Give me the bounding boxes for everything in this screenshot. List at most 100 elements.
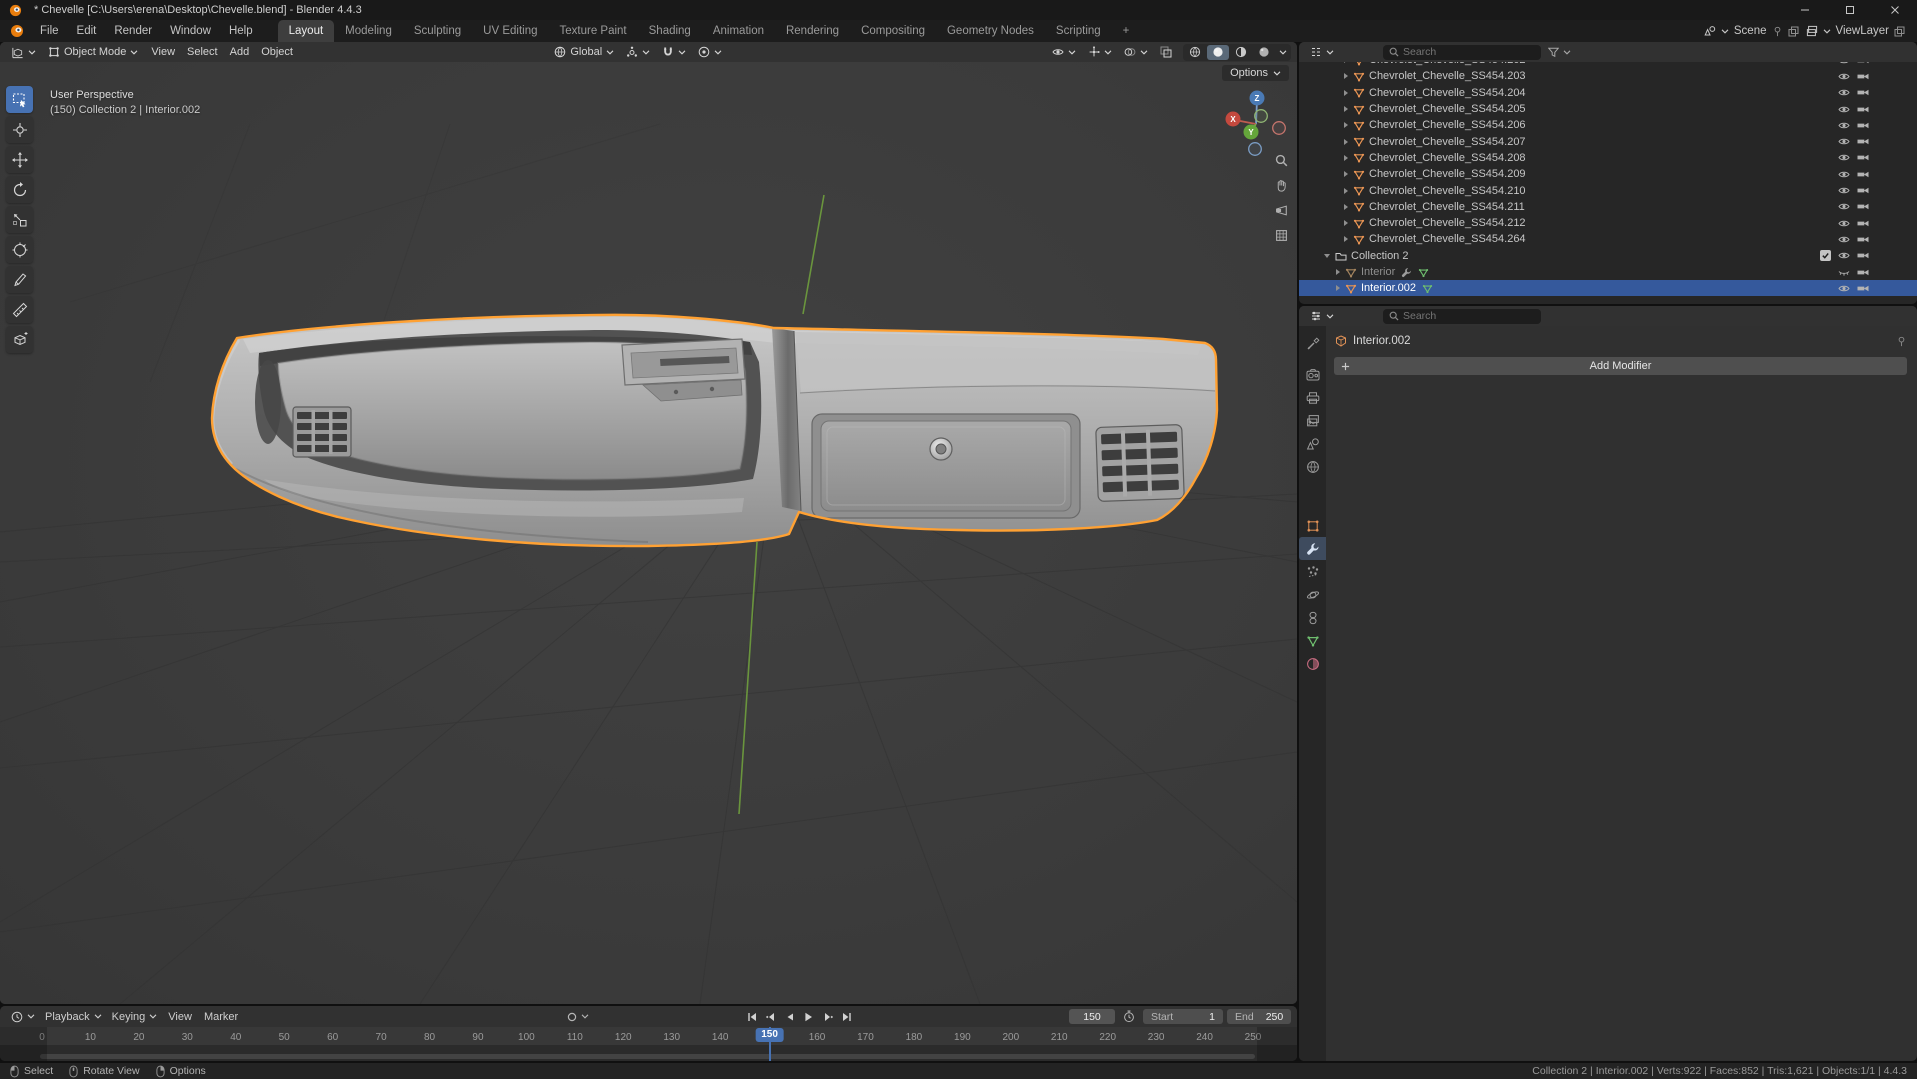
shading-wireframe-button[interactable] — [1184, 45, 1206, 60]
viewport-canvas[interactable]: User Perspective (150) Collection 2 | In… — [0, 62, 1297, 1004]
expand-icon[interactable] — [1335, 284, 1341, 292]
tab-output[interactable] — [1299, 386, 1326, 409]
hide-eye-icon[interactable] — [1838, 235, 1850, 244]
tab-world[interactable] — [1299, 455, 1326, 478]
expand-icon[interactable] — [1343, 170, 1349, 178]
tab-render[interactable] — [1299, 363, 1326, 386]
render-camera-icon[interactable] — [1857, 137, 1869, 146]
viewport-menu-item[interactable]: View — [145, 42, 181, 62]
prev-keyframe-button[interactable] — [762, 1009, 781, 1025]
tab-particles[interactable] — [1299, 560, 1326, 583]
navigation-gizmo[interactable]: Z X Y — [1217, 86, 1293, 162]
hide-eye-icon[interactable] — [1838, 202, 1850, 211]
render-camera-icon[interactable] — [1857, 186, 1869, 195]
expand-icon[interactable] — [1343, 187, 1349, 195]
render-camera-icon[interactable] — [1857, 72, 1869, 81]
editor-type-button[interactable] — [1305, 306, 1339, 326]
render-camera-icon[interactable] — [1857, 88, 1869, 97]
collapse-icon[interactable] — [1323, 253, 1331, 259]
keying-menu[interactable]: Keying — [107, 1006, 163, 1027]
workspace-tab[interactable]: Texture Paint — [549, 20, 638, 42]
outliner-row[interactable]: Interior — [1299, 264, 1917, 280]
view-menu[interactable]: View — [162, 1006, 198, 1027]
render-camera-icon[interactable] — [1857, 170, 1869, 179]
minimize-button[interactable] — [1782, 0, 1827, 20]
render-camera-icon[interactable] — [1857, 251, 1869, 260]
outliner-row[interactable]: Chevrolet_Chevelle_SS454.205 — [1299, 101, 1917, 117]
viewport-menu-item[interactable]: Object — [255, 42, 299, 62]
stopwatch-icon[interactable] — [1123, 1010, 1135, 1023]
hide-eye-icon[interactable] — [1838, 72, 1850, 81]
workspace-tab[interactable]: Shading — [638, 20, 702, 42]
expand-icon[interactable] — [1343, 138, 1349, 146]
tab-modifiers[interactable] — [1299, 537, 1326, 560]
expand-icon[interactable] — [1343, 121, 1349, 129]
maximize-button[interactable] — [1827, 0, 1872, 20]
playhead[interactable]: 150 — [755, 1027, 784, 1061]
move-tool[interactable] — [6, 146, 33, 173]
collection-checkbox[interactable] — [1820, 250, 1831, 262]
mode-dropdown[interactable]: Object Mode — [43, 42, 143, 62]
axis-neg-x[interactable] — [1272, 121, 1286, 135]
hide-eye-icon[interactable] — [1838, 88, 1850, 97]
hide-eye-icon[interactable] — [1838, 186, 1850, 195]
shading-solid-button[interactable] — [1207, 44, 1229, 60]
render-camera-icon[interactable] — [1857, 121, 1869, 130]
workspace-tab[interactable]: UV Editing — [472, 20, 548, 42]
expand-icon[interactable] — [1343, 89, 1349, 97]
add-modifier-button[interactable]: Add Modifier — [1334, 357, 1907, 375]
close-button[interactable] — [1872, 0, 1917, 20]
hide-eye-icon[interactable] — [1838, 121, 1850, 130]
transform-tool[interactable] — [6, 236, 33, 263]
scale-tool[interactable] — [6, 206, 33, 233]
annotate-tool[interactable] — [6, 266, 33, 293]
jump-to-end-button[interactable] — [838, 1009, 857, 1025]
workspace-tab[interactable]: Sculpting — [403, 20, 472, 42]
hide-eye-icon[interactable] — [1838, 153, 1850, 162]
outliner-row[interactable]: Chevrolet_Chevelle_SS454.207 — [1299, 133, 1917, 149]
workspace-tab[interactable]: Layout — [277, 20, 335, 42]
properties-search-input[interactable] — [1403, 310, 1521, 322]
workspace-tab[interactable]: Compositing — [850, 20, 936, 42]
gizmos-dropdown[interactable] — [1083, 42, 1117, 62]
xray-toggle[interactable] — [1155, 42, 1177, 62]
expand-icon[interactable] — [1343, 219, 1349, 227]
render-camera-icon[interactable] — [1857, 153, 1869, 162]
expand-icon[interactable] — [1343, 105, 1349, 113]
pivot-dropdown[interactable] — [621, 42, 655, 62]
axis-neg-y[interactable] — [1254, 109, 1268, 123]
select-box-tool[interactable] — [6, 86, 33, 113]
expand-icon[interactable] — [1343, 203, 1349, 211]
add-workspace-button[interactable]: + — [1112, 25, 1141, 37]
tab-physics[interactable] — [1299, 583, 1326, 606]
chevron-down-icon[interactable] — [1279, 50, 1287, 55]
playback-menu[interactable]: Playback — [40, 1006, 107, 1027]
workspace-tab[interactable]: Modeling — [334, 20, 403, 42]
proportional-edit-toggle[interactable] — [693, 42, 727, 62]
timeline-track[interactable] — [0, 1045, 1297, 1061]
orientation-dropdown[interactable]: Global — [549, 42, 619, 62]
playhead-frame-badge[interactable]: 150 — [755, 1028, 784, 1042]
blender-menu-icon[interactable] — [10, 24, 24, 38]
workspace-tab[interactable]: Animation — [702, 20, 775, 42]
editor-type-button[interactable] — [6, 42, 41, 62]
axis-neg-z[interactable] — [1248, 142, 1262, 156]
render-camera-icon[interactable] — [1857, 202, 1869, 211]
tab-tool[interactable] — [1299, 332, 1326, 355]
timeline-ruler[interactable]: 0102030405060708090100110120130140150160… — [0, 1027, 1297, 1045]
expand-icon[interactable] — [1343, 72, 1349, 80]
tab-object[interactable] — [1299, 514, 1326, 537]
outliner-row[interactable]: Chevrolet_Chevelle_SS454.210 — [1299, 182, 1917, 198]
render-camera-icon[interactable] — [1857, 62, 1869, 65]
shading-rendered-button[interactable] — [1253, 45, 1275, 60]
viewport-menu-item[interactable]: Add — [224, 42, 256, 62]
workspace-tab[interactable]: Scripting — [1045, 20, 1112, 42]
tab-object-data[interactable] — [1299, 629, 1326, 652]
render-camera-icon[interactable] — [1857, 268, 1869, 277]
pin-icon[interactable] — [1772, 26, 1783, 37]
hide-eye-icon[interactable] — [1838, 62, 1850, 65]
jump-to-start-button[interactable] — [743, 1009, 762, 1025]
outliner-row[interactable]: Chevrolet_Chevelle_SS454.209 — [1299, 166, 1917, 182]
main-menu-item[interactable]: Render — [105, 20, 161, 42]
expand-icon[interactable] — [1343, 62, 1349, 64]
